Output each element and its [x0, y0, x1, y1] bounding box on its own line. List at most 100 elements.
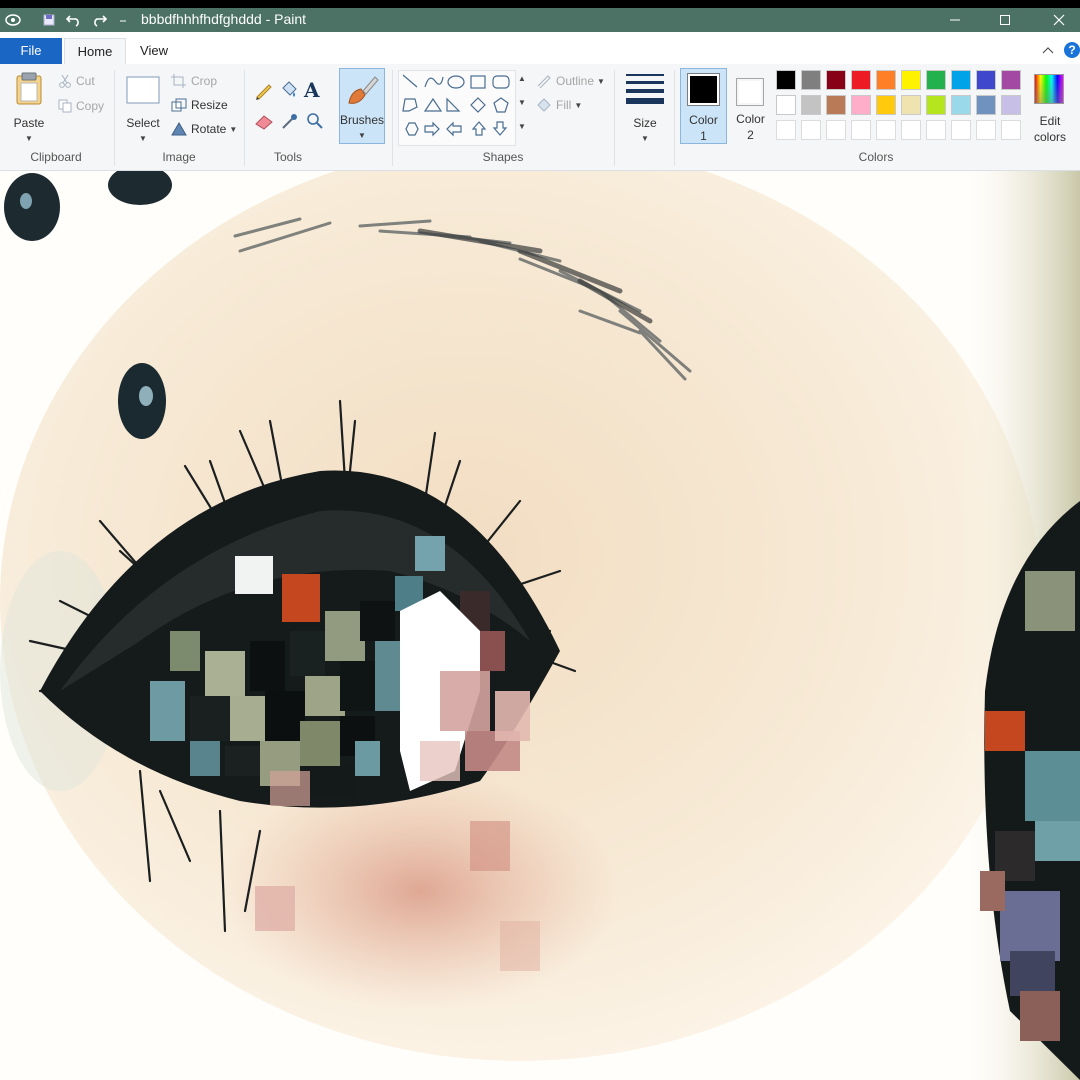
tab-file[interactable]: File	[0, 38, 62, 64]
shapes-gallery[interactable]	[398, 70, 516, 146]
fill-icon	[537, 98, 551, 112]
fill-dropdown-icon: ▼	[574, 100, 583, 110]
palette-swatch[interactable]	[776, 95, 796, 115]
copy-icon	[58, 99, 72, 113]
custom-color-slot[interactable]	[951, 120, 971, 140]
paste-dropdown-icon: ▼	[25, 134, 33, 143]
color1-swatch	[690, 76, 717, 103]
rotate-button[interactable]: Rotate ▼	[171, 122, 237, 136]
cut-label: Cut	[76, 74, 95, 88]
ribbon: Paste ▼ Cut Copy Clipboard Select ▼ Crop…	[0, 64, 1080, 171]
palette-swatch[interactable]	[876, 70, 896, 90]
size-button[interactable]: Size ▼	[620, 68, 670, 146]
brushes-button[interactable]: Brushes ▼	[339, 68, 385, 144]
palette-swatch[interactable]	[801, 95, 821, 115]
color2-button[interactable]: Color 2	[729, 68, 772, 144]
pencil-icon[interactable]	[254, 80, 274, 105]
shapes-group-label: Shapes	[482, 150, 524, 164]
palette-swatch[interactable]	[851, 70, 871, 90]
minimize-button[interactable]	[932, 8, 978, 32]
edit-colors-button[interactable]: Edit colors	[1028, 68, 1072, 146]
undo-icon[interactable]	[65, 11, 83, 29]
help-icon[interactable]: ?	[1064, 42, 1080, 58]
palette-swatch[interactable]	[826, 70, 846, 90]
palette-swatch[interactable]	[1001, 70, 1021, 90]
redo-icon[interactable]	[90, 11, 108, 29]
outline-button[interactable]: Outline ▼	[536, 74, 605, 88]
color2-swatch	[739, 81, 761, 103]
paint-app-icon[interactable]	[4, 11, 22, 29]
tab-home[interactable]: Home	[64, 38, 126, 65]
close-button[interactable]	[1036, 8, 1080, 32]
fill-button[interactable]: Fill ▼	[536, 98, 582, 112]
color1-number: 1	[700, 129, 707, 143]
palette-swatch[interactable]	[826, 95, 846, 115]
palette-swatch[interactable]	[1001, 95, 1021, 115]
window-frame	[0, 0, 1080, 8]
fill-label: Fill	[556, 98, 572, 112]
paste-button[interactable]: Paste ▼	[6, 68, 52, 146]
fill-bucket-icon[interactable]	[279, 80, 299, 105]
tab-view[interactable]: View	[126, 38, 182, 64]
palette-swatch[interactable]	[951, 70, 971, 90]
palette-swatch[interactable]	[876, 95, 896, 115]
eraser-icon[interactable]	[254, 112, 274, 135]
palette-swatch[interactable]	[976, 70, 996, 90]
shapes-expand-icon[interactable]: ▼	[518, 122, 526, 131]
title-bar: bbbdfhhhfhdfghddd - Paint	[0, 8, 1080, 32]
custom-color-slot[interactable]	[851, 120, 871, 140]
shapes-scroll-down-icon[interactable]: ▼	[518, 98, 526, 107]
custom-color-slot[interactable]	[976, 120, 996, 140]
outline-label: Outline	[556, 74, 595, 88]
save-icon[interactable]	[40, 11, 58, 29]
resize-button[interactable]: Resize	[171, 98, 228, 112]
rotate-label: Rotate	[191, 122, 227, 136]
rotate-icon	[171, 122, 187, 136]
palette-swatch[interactable]	[951, 95, 971, 115]
custom-color-slot[interactable]	[776, 120, 796, 140]
magnifier-icon[interactable]	[306, 112, 324, 135]
image-group-label: Image	[162, 150, 196, 164]
drawing-canvas[interactable]	[0, 171, 1080, 1080]
resize-icon	[171, 98, 187, 112]
crop-label: Crop	[191, 74, 218, 88]
custom-color-slot[interactable]	[801, 120, 821, 140]
palette-swatch[interactable]	[976, 95, 996, 115]
palette-swatch[interactable]	[926, 95, 946, 115]
maximize-button[interactable]	[982, 8, 1028, 32]
palette-swatch[interactable]	[851, 95, 871, 115]
select-dropdown-icon: ▼	[139, 134, 147, 143]
palette-swatch[interactable]	[776, 70, 796, 90]
custom-color-slot[interactable]	[901, 120, 921, 140]
custom-color-slot[interactable]	[826, 120, 846, 140]
palette-swatch[interactable]	[901, 95, 921, 115]
resize-label: Resize	[191, 98, 228, 112]
text-tool-icon[interactable]: A	[304, 78, 320, 102]
palette-swatch[interactable]	[901, 70, 921, 90]
crop-button[interactable]: Crop	[171, 74, 217, 88]
copy-button[interactable]: Copy	[58, 99, 104, 113]
custom-color-slot[interactable]	[876, 120, 896, 140]
select-button[interactable]: Select ▼	[122, 68, 164, 146]
tools-group-label: Tools	[273, 150, 302, 164]
outline-icon	[537, 75, 551, 88]
line-size-icon	[626, 74, 664, 104]
paste-label: Paste	[13, 116, 45, 130]
window-title: bbbdfhhhfhdfghddd - Paint	[141, 11, 307, 27]
color1-button[interactable]: Color 1	[680, 68, 727, 144]
collapse-ribbon-icon[interactable]	[1042, 42, 1054, 60]
color-picker-icon[interactable]	[280, 112, 300, 135]
shapes-scroll-up-icon[interactable]: ▲	[518, 74, 526, 83]
color2-number: 2	[747, 128, 754, 142]
cut-button[interactable]: Cut	[58, 74, 95, 88]
palette-swatch[interactable]	[926, 70, 946, 90]
brush-icon	[348, 76, 379, 104]
size-dropdown-icon: ▼	[641, 134, 649, 143]
color-spectrum-icon	[1034, 74, 1064, 104]
rotate-dropdown-icon: ▼	[229, 124, 238, 134]
palette-swatch[interactable]	[801, 70, 821, 90]
separator	[614, 70, 615, 166]
custom-color-slot[interactable]	[926, 120, 946, 140]
custom-color-slot[interactable]	[1001, 120, 1021, 140]
customize-toolbar-icon[interactable]	[114, 11, 132, 29]
